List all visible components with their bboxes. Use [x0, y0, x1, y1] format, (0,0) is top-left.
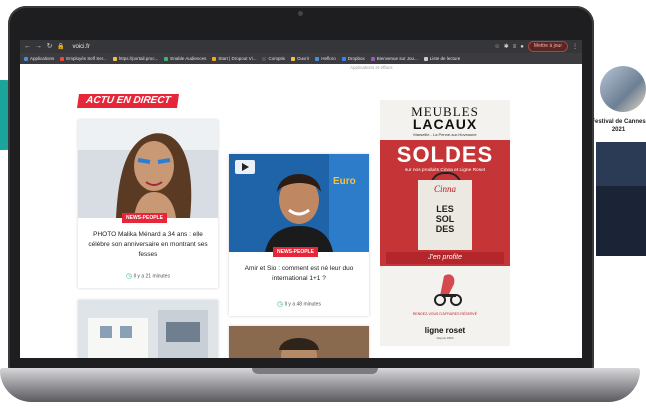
- menu-icon[interactable]: ⋮: [572, 43, 578, 50]
- bookmark-label: Start | Dropout Vi...: [218, 56, 257, 61]
- ad-bag-text-1: LES: [436, 204, 454, 214]
- ad-bag-text-3: DES: [435, 224, 455, 234]
- ad-bag-brand: Cinna: [433, 184, 456, 194]
- bookmark-item[interactable]: Enable Audiences: [164, 56, 206, 61]
- bookmark-favicon-icon: [370, 56, 375, 61]
- background-dark-band: [596, 142, 646, 186]
- article-card-3[interactable]: [78, 300, 218, 358]
- extensions-icon[interactable]: ✱: [504, 43, 509, 50]
- bookmark-favicon-icon: [60, 56, 65, 61]
- bookmark-label: Liste de lecture: [429, 56, 461, 61]
- article-image-3[interactable]: [78, 300, 218, 358]
- article-card-1[interactable]: NEWS-PEOPLE PHOTO Malika Ménard a 34 ans…: [78, 120, 218, 288]
- bookmark-item[interactable]: Bienvenue sur Jou...: [370, 56, 418, 61]
- bookmark-favicon-icon: [315, 56, 320, 61]
- ad-brand-line2: LACAUX: [412, 116, 478, 132]
- webpage: Applications et effacs ACTU EN DIRECT NE…: [20, 64, 582, 358]
- scooter-icon: [434, 274, 462, 306]
- ad-lower-panel: RENDEZ-VOUS D'AFFAIRES RÉSERVÉ ligne ros…: [380, 266, 510, 346]
- article-card-4[interactable]: [229, 326, 369, 358]
- section-title: ACTU EN DIRECT: [77, 94, 180, 108]
- laptop-camera: [298, 11, 303, 16]
- bookmark-label: Comptis: [268, 56, 285, 61]
- bookmark-label: Applications: [30, 56, 55, 61]
- article-time-label-2: Il y a 48 minutes: [284, 301, 321, 308]
- video-play-icon[interactable]: [235, 160, 255, 174]
- ad-headline: SOLDES: [396, 142, 494, 167]
- bookmark-favicon-icon: [262, 56, 267, 61]
- star-icon[interactable]: ☆: [494, 43, 499, 50]
- reading-list-icon[interactable]: ≡: [513, 44, 517, 50]
- bookmark-label: Ouvrir: [296, 56, 310, 61]
- ad-location: Marseille - La Penne-sur-Huveaune: [413, 132, 477, 137]
- bookmark-item[interactable]: Employés Self Ser...: [60, 56, 107, 61]
- article-image-1[interactable]: [78, 120, 218, 218]
- article-time-2: ◷ Il y a 48 minutes: [229, 300, 369, 308]
- bookmark-item[interactable]: Ouvrir: [290, 56, 310, 61]
- laptop-screen: ← → ↻ 🔒 voici.fr ☆ ✱ ≡ ● Mettre à jour ⋮…: [20, 40, 582, 358]
- svg-text:Euro: Euro: [333, 176, 356, 187]
- ad-bag-text-2: SOL: [435, 214, 455, 224]
- forward-icon[interactable]: →: [35, 40, 42, 53]
- reload-icon[interactable]: ↻: [46, 40, 53, 53]
- laptop-base-notch: [252, 368, 378, 374]
- profile-icon[interactable]: ●: [520, 44, 524, 50]
- update-button[interactable]: Mettre à jour: [527, 41, 568, 52]
- advertisement-banner[interactable]: MEUBLES LACAUX Marseille - La Penne-sur-…: [380, 100, 510, 346]
- article-badge-1[interactable]: NEWS-PEOPLE: [122, 213, 167, 223]
- bookmarks-bar: Applications Employés Self Ser... https://…: [20, 53, 582, 64]
- bookmark-label: Hefloro: [321, 56, 336, 61]
- background-dark-band-lower: [596, 186, 646, 256]
- background-festival-photo: [600, 66, 646, 112]
- bookmark-item[interactable]: Comptis: [262, 56, 285, 61]
- bookmark-item[interactable]: Liste de lecture: [423, 56, 461, 61]
- clock-icon: ◷: [126, 273, 133, 280]
- bookmark-favicon-icon: [212, 56, 217, 61]
- bookmark-favicon-icon: [164, 56, 169, 61]
- extensions-ghost-text: Applications et effacs: [350, 65, 393, 70]
- bookmark-favicon-icon: [112, 56, 117, 61]
- bookmark-favicon-icon: [423, 56, 428, 61]
- article-image-4[interactable]: [229, 326, 369, 358]
- ad-sale-panel: SOLDES sur nos produits Cinna et Ligne R…: [380, 140, 510, 266]
- ad-rdv-text: RENDEZ-VOUS D'AFFAIRES RÉSERVÉ: [412, 312, 478, 316]
- url-field[interactable]: voici.fr: [72, 44, 490, 50]
- bookmark-item[interactable]: Applications: [24, 56, 54, 61]
- article-title-2[interactable]: Amir et Sio : comment est né leur duo in…: [235, 264, 363, 284]
- ad-cta-button[interactable]: J'en profite: [386, 252, 504, 264]
- bookmark-favicon-icon: [24, 56, 28, 61]
- bookmark-favicon-icon: [341, 56, 346, 61]
- back-icon[interactable]: ←: [24, 40, 31, 53]
- ad-brand2-sub: Depuis 1860: [436, 336, 454, 340]
- clock-icon: ◷: [277, 301, 284, 308]
- article-card-2[interactable]: Euro NEWS-PEOPLE Amir et Sio : comment e…: [229, 154, 369, 316]
- bookmark-item[interactable]: Start | Dropout Vi...: [212, 56, 256, 61]
- article-time-1: ◷ Il y a 21 minutes: [78, 272, 218, 280]
- browser-toolbar: ← → ↻ 🔒 voici.fr ☆ ✱ ≡ ● Mettre à jour ⋮: [20, 40, 582, 53]
- ad-brand2: ligne roset: [424, 326, 466, 335]
- bookmark-label: https://portail.proc...: [118, 56, 159, 61]
- article-time-label-1: Il y a 21 minutes: [133, 273, 170, 280]
- bookmark-favicon-icon: [290, 56, 295, 61]
- bookmark-label: Dropbox: [347, 56, 365, 61]
- article-badge-2[interactable]: NEWS-PEOPLE: [273, 247, 318, 257]
- bookmark-label: Enable Audiences: [170, 56, 207, 61]
- bookmark-label: Employés Self Ser...: [66, 56, 107, 61]
- bookmark-item[interactable]: Hefloro: [315, 56, 336, 61]
- background-festival-caption: Festival de Cannes 2021: [591, 119, 646, 133]
- bookmark-item[interactable]: Dropbox: [341, 56, 365, 61]
- article-title-1[interactable]: PHOTO Malika Ménard a 34 ans : elle célè…: [84, 230, 212, 260]
- shopping-bag-icon: Cinna LES SOL DES: [418, 180, 472, 250]
- bookmark-label: Bienvenue sur Jou...: [376, 56, 418, 61]
- lock-icon[interactable]: 🔒: [57, 43, 64, 50]
- bookmark-item[interactable]: https://portail.proc...: [112, 56, 159, 61]
